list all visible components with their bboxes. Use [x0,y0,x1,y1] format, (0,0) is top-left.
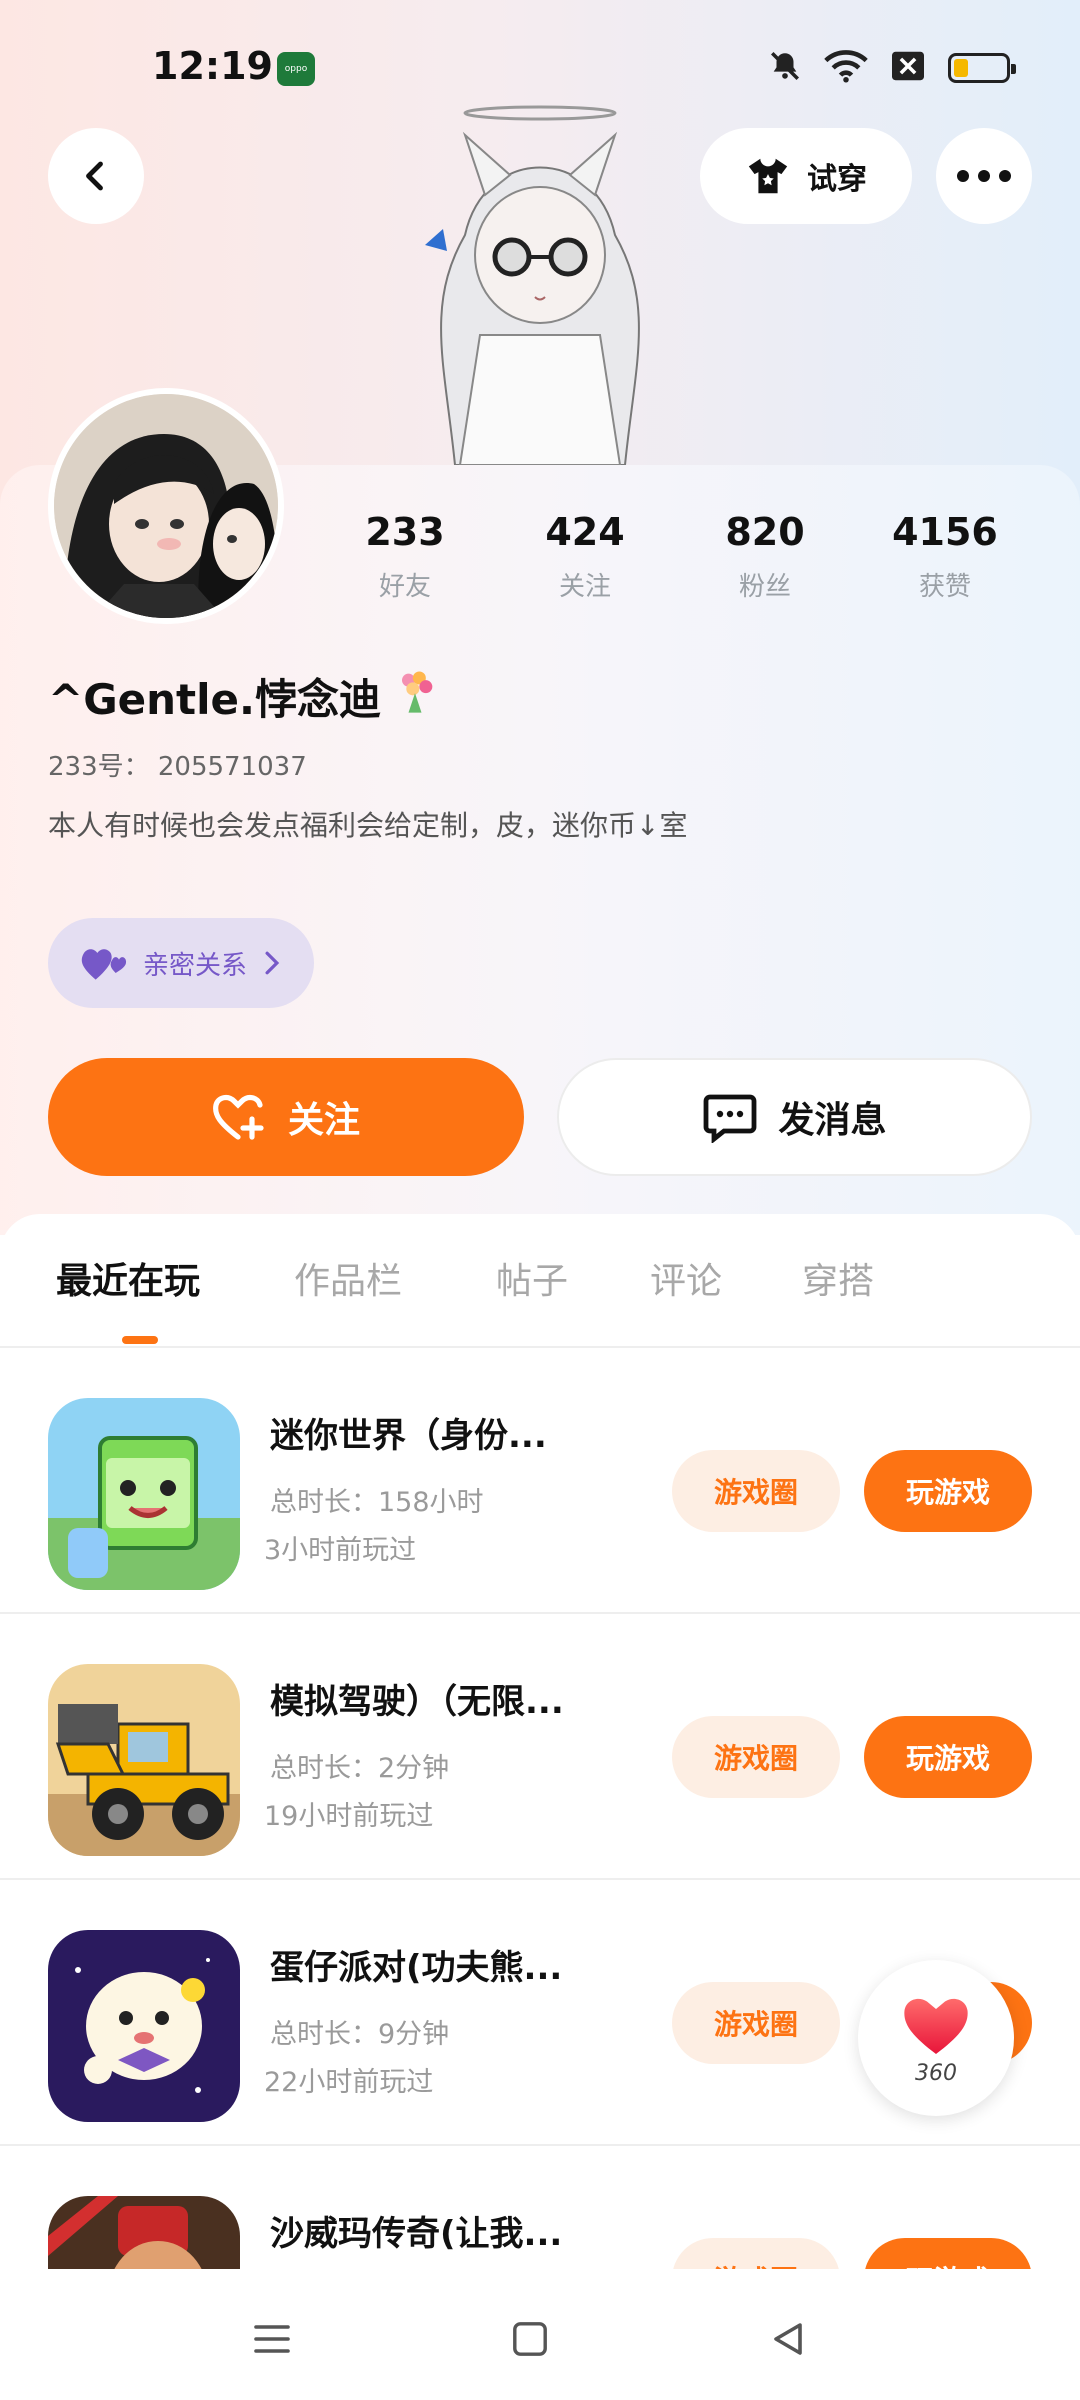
triangle-back-icon [774,2323,802,2355]
user-id: 233号： 205571037 [48,752,307,782]
stat-value: 820 [725,510,805,554]
stats-row: 233 好友 424 关注 820 粉丝 4156 获赞 [315,510,1035,603]
floating-like-button[interactable]: 360 [858,1960,1014,2116]
bouquet-icon [389,665,441,727]
more-options-button[interactable] [936,128,1032,224]
game-circle-button[interactable]: 游戏圈 [672,1450,840,1532]
square-icon [513,2322,547,2356]
game-circle-button[interactable]: 游戏圈 [672,1982,840,2064]
game-circle-button[interactable]: 游戏圈 [672,2238,840,2269]
chevron-left-icon [86,161,103,191]
like-count: 360 [915,2060,957,2086]
chat-bubble-icon [704,1094,757,1143]
game-icon-driving-sim[interactable] [48,1664,240,1856]
game-icon-eggy-party[interactable] [48,1930,240,2122]
tshirt-icon [748,158,788,194]
tab-works[interactable]: 作品栏 [294,1252,402,1304]
stat-value: 424 [545,510,625,554]
relation-chip[interactable]: 亲密关系 [48,918,314,1008]
recent-apps-button[interactable] [242,2309,302,2369]
back-button[interactable] [48,128,144,224]
more-dots-icon [957,170,1011,182]
tab-recently-played[interactable]: 最近在玩 [56,1252,200,1304]
game-title: 迷你世界（身份... [270,1416,547,1456]
stat-label: 好友 [378,572,431,602]
game-icon-shawarma-legend[interactable] [48,2196,240,2269]
no-sim-icon [890,50,926,86]
game-last-played: 19小时前玩过 [264,1801,434,1832]
stat-value: 233 [365,510,445,554]
status-icons [768,48,1016,88]
stat-following[interactable]: 424 关注 [495,510,675,603]
play-game-button[interactable]: 玩游戏 [864,1450,1032,1532]
user-bio: 本人有时候也会发点福利会给定制，皮，迷你币↓室 [48,809,688,842]
message-label: 发消息 [778,1100,887,1141]
game-duration: 总时长：158小时 [270,1487,484,1518]
oppo-icon: oppo [277,52,315,86]
game-circle-button[interactable]: 游戏圈 [672,1716,840,1798]
stat-label: 获赞 [918,572,971,602]
follow-label: 关注 [287,1100,360,1141]
heart-icon [904,1998,968,2054]
heart-plus-icon [213,1094,264,1140]
stat-value: 4156 [892,510,998,554]
try-on-button[interactable]: 试穿 [700,128,912,224]
hearts-icon [81,949,127,980]
relation-label: 亲密关系 [142,950,247,981]
message-button[interactable]: 发消息 [557,1058,1032,1176]
chevron-right-icon [265,951,280,975]
tab-indicator [122,1336,158,1344]
mute-icon [768,49,802,87]
username-row: ^Gentle.悖念迪 [48,665,441,727]
system-nav-bar [0,2269,1080,2400]
tab-posts[interactable]: 帖子 [496,1252,568,1304]
stat-likes[interactable]: 4156 获赞 [855,510,1035,603]
play-game-button[interactable]: 玩游戏 [864,2238,1032,2269]
stat-fans[interactable]: 820 粉丝 [675,510,855,603]
home-button[interactable] [500,2309,560,2369]
stat-label: 关注 [558,572,611,602]
game-row[interactable]: 迷你世界（身份... 总时长：158小时 3小时前玩过 游戏圈 玩游戏 [0,1348,1080,1614]
wifi-icon [824,49,868,87]
try-on-label: 试穿 [807,162,867,197]
game-last-played: 3小时前玩过 [264,1535,417,1566]
game-title: 沙威玛传奇(让我... [270,2214,563,2254]
play-game-button[interactable]: 玩游戏 [864,1716,1032,1798]
tab-outfits[interactable]: 穿搭 [802,1252,874,1304]
user-avatar[interactable] [48,388,284,624]
status-time: 12:19 [152,44,273,88]
menu-lines-icon [254,2325,290,2353]
game-title: 蛋仔派对(功夫熊... [270,1948,563,1988]
game-duration: 总时长：9分钟 [270,2019,450,2050]
tab-comments[interactable]: 评论 [650,1252,722,1304]
game-icon-mini-world[interactable] [48,1398,240,1590]
game-title: 模拟驾驶）（无限... [270,1682,564,1722]
back-nav-button[interactable] [758,2309,818,2369]
game-row[interactable]: 模拟驾驶）（无限... 总时长：2分钟 19小时前玩过 游戏圈 玩游戏 [0,1614,1080,1880]
battery-icon [948,53,1016,83]
stat-friends[interactable]: 233 好友 [315,510,495,603]
game-duration: 总时长：2分钟 [270,1753,450,1784]
game-last-played: 22小时前玩过 [264,2067,434,2098]
stat-label: 粉丝 [738,572,791,602]
avatar-3d-figure[interactable] [385,105,695,466]
game-row[interactable]: 沙威玛传奇(让我... 游戏圈 玩游戏 [0,2146,1080,2269]
profile-tabs: 最近在玩 作品栏 帖子 评论 穿搭 [0,1214,1080,1348]
username: ^Gentle.悖念迪 [48,674,381,724]
follow-button[interactable]: 关注 [48,1058,524,1176]
